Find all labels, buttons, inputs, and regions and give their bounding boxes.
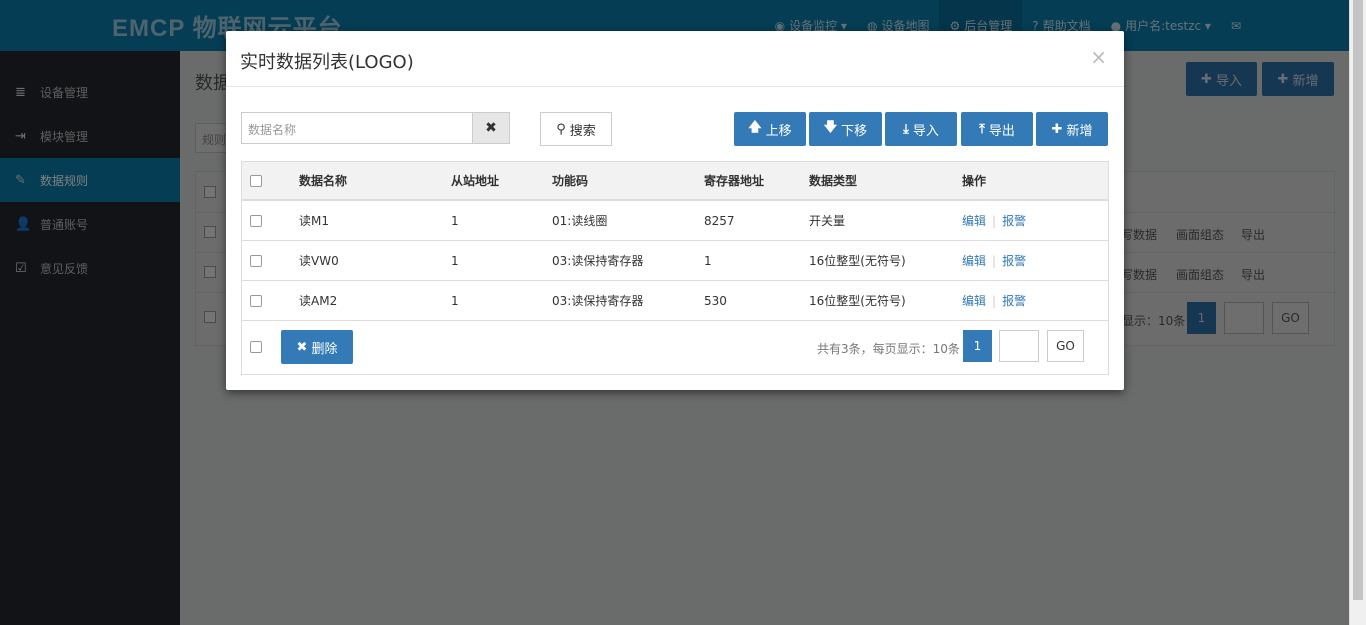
edit-link[interactable]: 编辑 — [962, 212, 986, 229]
cell-actions: 编辑 | 报警 — [962, 281, 1026, 320]
page-scrollbar[interactable] — [1349, 0, 1366, 625]
edit-link[interactable]: 编辑 — [962, 252, 986, 269]
arrow-down-icon: 🡇 — [823, 120, 838, 135]
plus-icon: ✚ — [1051, 121, 1063, 137]
select-all-checkbox[interactable] — [250, 174, 262, 187]
times-icon: ✖ — [485, 120, 497, 136]
cell-actions: 编辑 | 报警 — [962, 241, 1026, 280]
row-checkbox[interactable] — [250, 294, 262, 307]
divider: | — [992, 213, 997, 228]
col-register-address: 寄存器地址 — [704, 174, 765, 188]
col-actions: 操作 — [962, 174, 987, 188]
close-icon[interactable]: × — [1090, 45, 1107, 69]
realtime-data-modal: 实时数据列表(LOGO) × 数据名称 ✖ ⚲ 搜索 🡅 上移 🡇 下移 ⤓ 导入 ⤒ 导… — [226, 31, 1124, 390]
cell-slave-address: 1 — [451, 293, 459, 308]
export-button[interactable]: ⤒ 导出 — [961, 112, 1033, 146]
row-checkbox-cell — [250, 281, 262, 320]
modal-title: 实时数据列表(LOGO) — [240, 52, 414, 73]
scrollbar-thumb[interactable] — [1353, 0, 1363, 600]
cell-slave-address: 1 — [451, 213, 459, 228]
cell-slave-address: 1 — [451, 253, 459, 268]
cell-function-code: 03:读保持寄存器 — [552, 294, 644, 308]
table-row: 读AM2 1 03:读保持寄存器 530 16位整型(无符号) 编辑 | 报警 — [242, 281, 1108, 321]
cell-data-type: 开关量 — [809, 214, 846, 228]
button-label: 删除 — [311, 341, 338, 357]
move-down-button[interactable]: 🡇 下移 — [809, 112, 882, 146]
cell-data-name: 读AM2 — [299, 294, 338, 308]
table-row: 读M1 1 01:读线圈 8257 开关量 编辑 | 报警 — [242, 201, 1108, 241]
pager-info: 共有3条，每页显示：10条 — [817, 342, 960, 356]
alarm-link[interactable]: 报警 — [1002, 292, 1026, 309]
footer-checkbox-cell — [250, 327, 262, 367]
col-slave-address: 从站地址 — [451, 174, 500, 188]
button-label: 上移 — [765, 123, 792, 139]
cell-data-name: 读VW0 — [299, 254, 339, 268]
divider: | — [992, 253, 997, 268]
table-row: 读VW0 1 03:读保持寄存器 1 16位整型(无符号) 编辑 | 报警 — [242, 241, 1108, 281]
clear-search-button[interactable]: ✖ — [472, 112, 510, 144]
times-icon: ✖ — [296, 339, 308, 355]
page-number-button[interactable]: 1 — [963, 330, 992, 362]
cell-data-type: 16位整型(无符号) — [809, 294, 906, 308]
go-button[interactable]: GO — [1047, 330, 1084, 362]
button-label: 导出 — [988, 123, 1015, 139]
search-input[interactable]: 数据名称 — [241, 112, 473, 144]
edit-link[interactable]: 编辑 — [962, 292, 986, 309]
cell-data-type: 16位整型(无符号) — [809, 254, 906, 268]
search-button[interactable]: ⚲ 搜索 — [540, 112, 612, 146]
cell-actions: 编辑 | 报警 — [962, 201, 1026, 240]
page-jump-input[interactable] — [999, 330, 1039, 362]
import-button[interactable]: ⤓ 导入 — [885, 112, 957, 146]
cell-function-code: 03:读保持寄存器 — [552, 254, 644, 268]
row-checkbox-cell — [250, 201, 262, 240]
data-table: 数据名称 从站地址 功能码 寄存器地址 数据类型 操作 读M1 1 01:读线圈… — [241, 161, 1109, 375]
button-label: 导入 — [912, 123, 939, 139]
move-up-button[interactable]: 🡅 上移 — [734, 112, 806, 146]
export-icon: ⤒ — [979, 121, 985, 137]
alarm-link[interactable]: 报警 — [1002, 212, 1026, 229]
button-label: 搜索 — [569, 123, 596, 139]
col-data-type: 数据类型 — [809, 174, 858, 188]
search-icon: ⚲ — [556, 121, 566, 137]
table-header: 数据名称 从站地址 功能码 寄存器地址 数据类型 操作 — [242, 162, 1108, 201]
row-checkbox[interactable] — [250, 214, 262, 227]
modal-header: 实时数据列表(LOGO) × — [226, 31, 1124, 87]
import-icon: ⤓ — [903, 121, 909, 137]
alarm-link[interactable]: 报警 — [1002, 252, 1026, 269]
select-all-checkbox-cell — [250, 162, 262, 199]
delete-button[interactable]: ✖ 删除 — [281, 330, 353, 364]
cell-data-name: 读M1 — [299, 214, 329, 228]
cell-register-address: 1 — [704, 253, 712, 268]
button-label: 下移 — [841, 123, 868, 139]
button-label: 新增 — [1066, 123, 1093, 139]
col-data-name: 数据名称 — [299, 174, 348, 188]
row-checkbox-cell — [250, 241, 262, 280]
footer-select-checkbox[interactable] — [250, 341, 262, 353]
cell-function-code: 01:读线圈 — [552, 214, 608, 228]
arrow-up-icon: 🡅 — [748, 120, 762, 135]
add-button[interactable]: ✚ 新增 — [1036, 112, 1108, 146]
col-function-code: 功能码 — [552, 174, 589, 188]
row-checkbox[interactable] — [250, 254, 262, 267]
divider: | — [992, 293, 997, 308]
cell-register-address: 8257 — [704, 213, 735, 228]
cell-register-address: 530 — [704, 293, 727, 308]
